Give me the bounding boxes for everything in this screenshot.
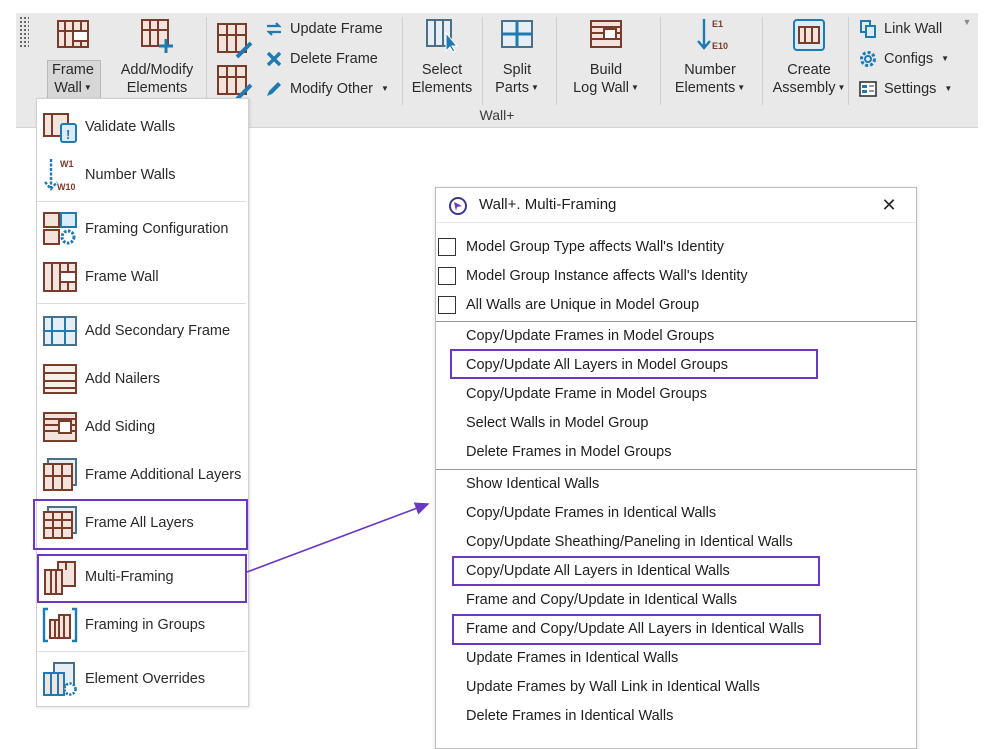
action-copy-update-frame-model-groups[interactable]: Copy/Update Frame in Model Groups: [466, 383, 707, 405]
checkbox-label: Model Group Type affects Wall's Identity: [466, 239, 724, 255]
checkbox[interactable]: [438, 267, 456, 285]
action-show-identical-walls[interactable]: Show Identical Walls: [466, 473, 599, 495]
checkbox-label: All Walls are Unique in Model Group: [466, 297, 700, 313]
checkbox[interactable]: [438, 238, 456, 256]
action-select-walls-model-group[interactable]: Select Walls in Model Group: [466, 412, 648, 434]
checkbox[interactable]: [438, 296, 456, 314]
dialog-title-bar: Wall+. Multi-Framing ✕: [436, 188, 916, 223]
checkbox-row-group-type[interactable]: Model Group Type affects Wall's Identity: [438, 235, 724, 259]
close-icon[interactable]: ✕: [877, 193, 901, 217]
checkbox-label: Model Group Instance affects Wall's Iden…: [466, 268, 748, 284]
action-update-frames-identical[interactable]: Update Frames in Identical Walls: [466, 647, 678, 669]
dialog-separator: [436, 321, 916, 322]
action-copy-update-frames-model-groups[interactable]: Copy/Update Frames in Model Groups: [466, 325, 714, 347]
action-copy-update-sheathing-identical[interactable]: Copy/Update Sheathing/Paneling in Identi…: [466, 531, 793, 553]
action-copy-update-frames-identical[interactable]: Copy/Update Frames in Identical Walls: [466, 502, 716, 524]
app-logo-icon: [449, 197, 467, 215]
multi-framing-dialog: Wall+. Multi-Framing ✕ Model Group Type …: [435, 187, 917, 749]
action-frame-copy-update-identical[interactable]: Frame and Copy/Update in Identical Walls: [466, 589, 737, 611]
dialog-separator: [436, 469, 916, 470]
action-delete-frames-model-groups[interactable]: Delete Frames in Model Groups: [466, 441, 672, 463]
highlight-copy-update-all-layers-identical: [452, 556, 820, 586]
dialog-title: Wall+. Multi-Framing: [479, 196, 617, 213]
action-delete-frames-identical[interactable]: Delete Frames in Identical Walls: [466, 705, 673, 727]
action-update-frames-wall-link-identical[interactable]: Update Frames by Wall Link in Identical …: [466, 676, 760, 698]
highlight-copy-update-all-layers-model-groups: [450, 349, 818, 379]
highlight-frame-copy-update-all-layers-identical: [452, 614, 821, 645]
checkbox-row-unique-walls[interactable]: All Walls are Unique in Model Group: [438, 293, 699, 317]
checkbox-row-group-instance[interactable]: Model Group Instance affects Wall's Iden…: [438, 264, 748, 288]
